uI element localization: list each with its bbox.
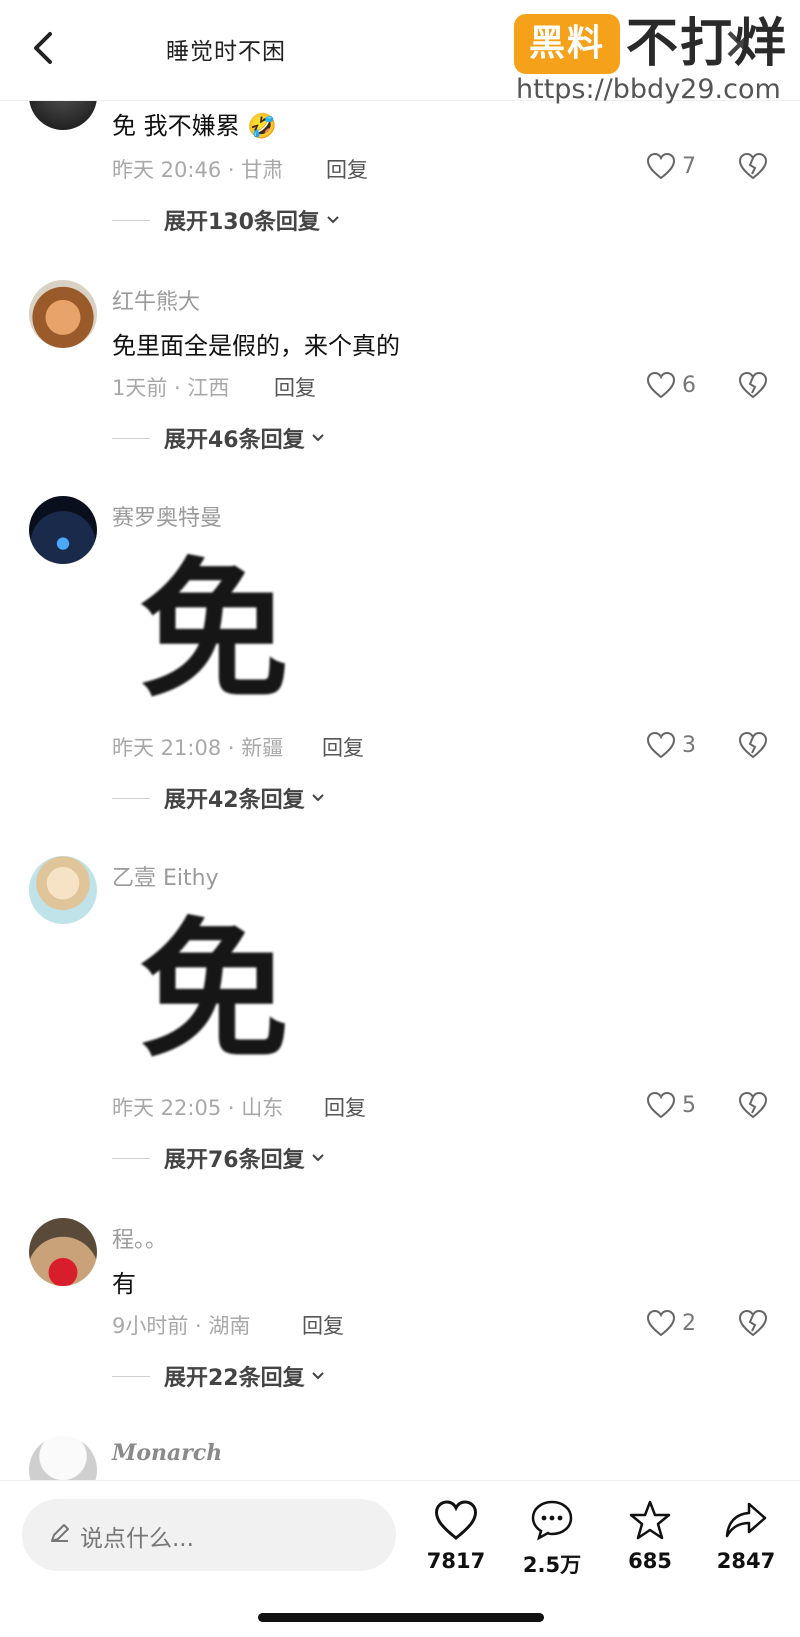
heart-icon [434, 1500, 478, 1540]
username[interactable]: 程。。 [112, 1222, 167, 1254]
comment-text: 有 [112, 1270, 136, 1298]
reply-button[interactable]: 回复 [302, 1310, 344, 1340]
watermark-text: 不打烊 [626, 14, 789, 74]
comment-text: 免 我不嫌累 🤣 [112, 112, 278, 140]
comment-action[interactable]: 2.5万 [512, 1499, 592, 1579]
favorite-count: 685 [628, 1549, 672, 1573]
reply-button[interactable]: 回复 [324, 1092, 366, 1122]
rofl-emoji: 🤣 [247, 112, 278, 140]
heart-icon [646, 731, 676, 759]
comment-text: 免里面全是假的，来个真的 [112, 332, 400, 360]
like-button[interactable]: 7 [646, 152, 696, 180]
sticker-image[interactable]: 免 [134, 552, 294, 712]
broken-heart-icon [738, 1309, 768, 1337]
like-count: 5 [682, 1092, 696, 1118]
comment-meta: 昨天 22:05 · 山东 [112, 1096, 284, 1120]
comment-bubble-icon [531, 1500, 573, 1541]
pencil-icon [51, 1524, 69, 1542]
page-title: 睡觉时不困 [166, 39, 286, 65]
like-button[interactable]: 6 [646, 371, 696, 399]
dislike-button[interactable] [738, 1309, 768, 1341]
sticker-image[interactable]: 免 [134, 912, 294, 1072]
expand-replies[interactable]: 展开42条回复 [112, 782, 327, 814]
star-icon [629, 1500, 671, 1540]
like-button[interactable]: 2 [646, 1309, 696, 1337]
back-button[interactable] [22, 26, 66, 70]
dislike-button[interactable] [738, 1091, 768, 1123]
username[interactable]: 红牛熊大 [112, 284, 200, 316]
like-count: 3 [682, 732, 696, 758]
comment-meta: 9小时前 · 湖南 [112, 1314, 251, 1338]
chevron-down-icon [311, 794, 324, 802]
chevron-down-icon [311, 434, 324, 442]
like-button[interactable]: 3 [646, 731, 696, 759]
username[interactable]: 赛罗奥特曼 [112, 500, 222, 532]
reply-button[interactable]: 回复 [274, 372, 316, 402]
bottom-bar: 说点什么... 7817 2.5万 685 2847 [0, 1480, 800, 1637]
expand-replies[interactable]: 展开22条回复 [112, 1360, 327, 1392]
reply-button[interactable]: 回复 [326, 154, 368, 184]
avatar[interactable] [29, 496, 97, 564]
expand-replies[interactable]: 展开130条回复 [112, 204, 342, 236]
like-action[interactable]: 7817 [416, 1499, 496, 1573]
chevron-down-icon [311, 1154, 324, 1162]
heart-icon [646, 152, 676, 180]
like-button[interactable]: 5 [646, 1091, 696, 1119]
expand-replies[interactable]: 展开76条回复 [112, 1142, 327, 1174]
expand-replies[interactable]: 展开46条回复 [112, 422, 327, 454]
comment-input[interactable]: 说点什么... [22, 1499, 396, 1571]
reply-button[interactable]: 回复 [322, 732, 364, 762]
avatar[interactable] [29, 280, 97, 348]
comment-meta: 昨天 20:46 · 甘肃 [112, 158, 284, 182]
chevron-down-icon [311, 1372, 324, 1380]
username[interactable]: Monarch [112, 1440, 222, 1466]
dislike-button[interactable] [738, 371, 768, 403]
chevron-left-icon [34, 32, 52, 64]
comment-placeholder: 说点什么... [80, 1526, 194, 1552]
heart-icon [646, 1091, 676, 1119]
broken-heart-icon [738, 371, 768, 399]
favorite-action[interactable]: 685 [610, 1499, 690, 1573]
comment-meta: 昨天 21:08 · 新疆 [112, 736, 284, 760]
broken-heart-icon [738, 731, 768, 759]
avatar[interactable] [29, 856, 97, 924]
header: 睡觉时不困 ✕ 黑料 不打烊 https://bbdy29.com [0, 0, 800, 105]
heart-icon [646, 371, 676, 399]
home-indicator[interactable] [258, 1613, 544, 1622]
like-count: 2 [682, 1310, 696, 1336]
like-count: 7 [682, 153, 696, 179]
heart-icon [646, 1309, 676, 1337]
watermark-url: https://bbdy29.com [516, 74, 781, 105]
like-count: 6 [682, 372, 696, 398]
comment-count: 2.5万 [522, 1553, 582, 1577]
share-action[interactable]: 2847 [706, 1499, 786, 1573]
broken-heart-icon [738, 152, 768, 180]
dislike-button[interactable] [738, 731, 768, 763]
username[interactable]: 乙壹 Eithy [112, 860, 219, 892]
chevron-down-icon [327, 216, 339, 224]
avatar[interactable] [29, 1218, 97, 1286]
share-count: 2847 [716, 1549, 776, 1573]
like-count: 7817 [426, 1549, 486, 1573]
comment-meta: 1天前 · 江西 [112, 376, 230, 400]
share-arrow-icon [725, 1502, 767, 1538]
broken-heart-icon [738, 1091, 768, 1119]
dislike-button[interactable] [738, 152, 768, 184]
watermark-logo: 黑料 [514, 14, 620, 74]
